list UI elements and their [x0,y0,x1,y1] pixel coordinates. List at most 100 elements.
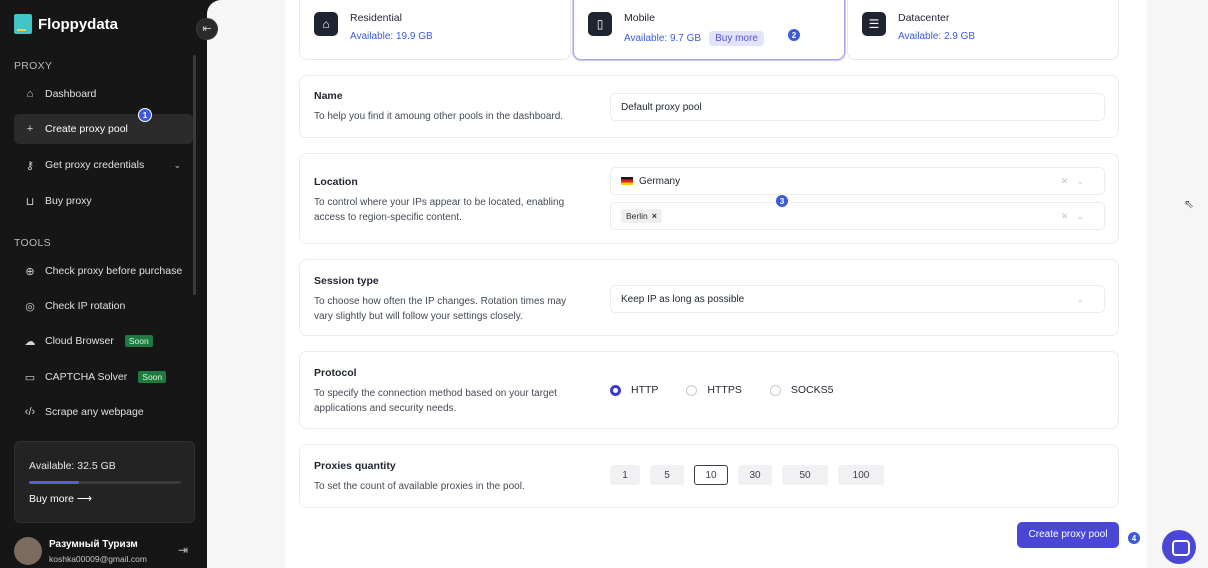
mobile-icon: ▯ [588,12,612,36]
sidebar-item-label: Check IP rotation [45,300,126,312]
traffic-progress-fill [29,481,80,484]
globe-icon: ⊕ [25,265,35,278]
location-section: Location To control where your IPs appea… [299,153,1119,244]
quantity-option[interactable]: 30 [738,465,772,485]
country-value: Germany [639,175,681,187]
logo[interactable]: Floppydata [14,14,118,34]
user-profile[interactable]: Разумный Туризм koshka00009@gmail.com ⇥ [14,537,195,565]
chat-support-icon[interactable] [1162,530,1196,564]
key-icon: ⚷ [25,159,35,172]
pool-available-text: Available: 2.9 GB [898,31,976,42]
pool-available-text: Available: 19.9 GB [350,31,433,42]
section-title: Location [314,176,358,188]
user-name: Разумный Туризм [49,539,138,550]
pool-available: Available: 19.9 GB [350,31,433,42]
section-title: Protocol [314,367,357,379]
germany-flag-icon [621,177,633,185]
section-title: Name [314,90,343,102]
city-select[interactable]: Berlin × ✕⌄ [610,202,1105,230]
section-title: Proxies quantity [314,460,396,472]
step-badge: 3 [775,194,789,208]
sidebar-item-cloud-browser[interactable]: ☁ Cloud Browser Soon [14,326,193,356]
user-email: koshka00009@gmail.com [49,554,147,564]
available-traffic-card: Available: 32.5 GB Buy more ⟶ [14,441,195,523]
quantity-option-selected[interactable]: 10 [694,465,728,485]
pool-name: Datacenter [898,12,950,24]
protocol-radio-group: HTTP HTTPS SOCKS5 [610,384,833,396]
quantity-option[interactable]: 100 [838,465,884,485]
chevron-down-icon: ⌄ [173,159,181,170]
sidebar-item-dashboard[interactable]: ⌂ Dashboard [14,79,193,109]
quantity-option[interactable]: 50 [782,465,828,485]
chevron-down-icon: ⌄ [1076,294,1092,304]
soon-badge: Soon [124,335,153,347]
create-proxy-pool-button[interactable]: Create proxy pool [1017,522,1119,548]
pool-available: Available: 2.9 GB [898,31,975,42]
session-type-select[interactable]: Keep IP as long as possible ⌄ [610,285,1105,313]
radio-empty-icon [769,384,781,396]
sidebar-scrollbar[interactable] [193,55,196,295]
create-pool-panel: ⌂ Residential Available: 19.9 GB ▯ Mobil… [285,0,1147,568]
sidebar-item-label: Buy proxy [45,195,92,207]
sidebar-item-label: Check proxy before purchase [45,265,183,277]
sidebar: Floppydata PROXY ⌂ Dashboard + Create pr… [0,0,207,568]
section-description: To control where your IPs appear to be l… [314,197,565,223]
rotation-icon: ◎ [25,300,35,313]
sidebar-item-get-proxy-credentials[interactable]: ⚷ Get proxy credentials ⌄ [14,150,193,180]
radio-selected-icon [610,384,621,396]
quantity-section: Proxies quantity To set the count of ava… [299,444,1119,508]
country-select[interactable]: Germany ✕⌄ [610,167,1105,195]
section-description: To set the count of available proxies in… [314,481,525,492]
sidebar-item-check-ip-rotation[interactable]: ◎ Check IP rotation [14,291,193,321]
step-badge: 1 [138,108,152,122]
logout-icon[interactable]: ⇥ [178,543,188,557]
radio-label: HTTPS [707,384,742,396]
mouse-cursor-icon: ⇖ [1184,197,1195,211]
section-label-tools: TOOLS [14,237,51,249]
quantity-option[interactable]: 1 [610,465,640,485]
cloud-icon: ☁ [24,335,36,348]
sidebar-item-label: CAPTCHA Solver [45,371,128,383]
remove-chip-icon[interactable]: × [652,211,657,221]
sidebar-item-captcha-solver[interactable]: ▭ CAPTCHA Solver Soon [14,362,193,392]
traffic-progress-bar [29,481,181,484]
section-description: To specify the connection method based o… [314,388,557,414]
pool-available: Available: 9.7 GB Buy more [624,31,764,46]
sidebar-item-label: Dashboard [45,88,97,100]
pool-card-mobile[interactable]: ▯ Mobile Available: 9.7 GB Buy more [573,0,845,60]
residential-icon: ⌂ [314,12,338,36]
sidebar-item-label: Cloud Browser [45,335,114,347]
database-icon: ☰ [862,12,886,36]
sidebar-item-buy-proxy[interactable]: ⊔ Buy proxy [14,186,193,216]
buy-more-link[interactable]: Buy more ⟶ [29,493,92,505]
pool-card-residential[interactable]: ⌂ Residential Available: 19.9 GB [299,0,571,60]
sidebar-item-label: Scrape any webpage [45,406,144,418]
sidebar-item-scrape-webpage[interactable]: ‹/› Scrape any webpage [14,397,193,427]
buy-more-button[interactable]: Buy more [709,31,764,46]
step-badge: 2 [787,28,801,42]
step-badge: 4 [1127,531,1141,545]
clear-chevron-icons[interactable]: ✕⌄ [1061,176,1092,187]
section-label-proxy: PROXY [14,60,53,72]
clear-chevron-icons[interactable]: ✕⌄ [1061,211,1092,222]
protocol-radio-http[interactable]: HTTP [610,384,658,396]
cart-icon: ⊔ [25,195,35,208]
quantity-option[interactable]: 5 [650,465,684,485]
main-background: ⌂ Residential Available: 19.9 GB ▯ Mobil… [207,0,1208,568]
protocol-section: Protocol To specify the connection metho… [299,351,1119,429]
pool-name-input[interactable]: Default proxy pool [610,93,1105,121]
sidebar-item-create-proxy-pool[interactable]: + Create proxy pool [14,114,193,144]
city-chip[interactable]: Berlin × [621,209,662,223]
section-description: To choose how often the IP changes. Rota… [314,296,567,322]
collapse-sidebar-icon[interactable]: ⇤ [196,18,218,40]
sidebar-item-check-proxy[interactable]: ⊕ Check proxy before purchase [14,256,193,286]
quantity-options: 1 5 10 30 50 100 [610,465,884,485]
available-traffic-label: Available: 32.5 GB [29,460,116,472]
protocol-radio-socks5[interactable]: SOCKS5 [769,384,833,396]
protocol-radio-https[interactable]: HTTPS [686,384,742,396]
pool-card-datacenter[interactable]: ☰ Datacenter Available: 2.9 GB [847,0,1119,60]
arrow-right-icon: ⟶ [76,493,92,505]
buy-more-label: Buy more [29,493,74,505]
main-area: ⌂ Residential Available: 19.9 GB ▯ Mobil… [207,0,1208,568]
radio-empty-icon [686,384,698,396]
